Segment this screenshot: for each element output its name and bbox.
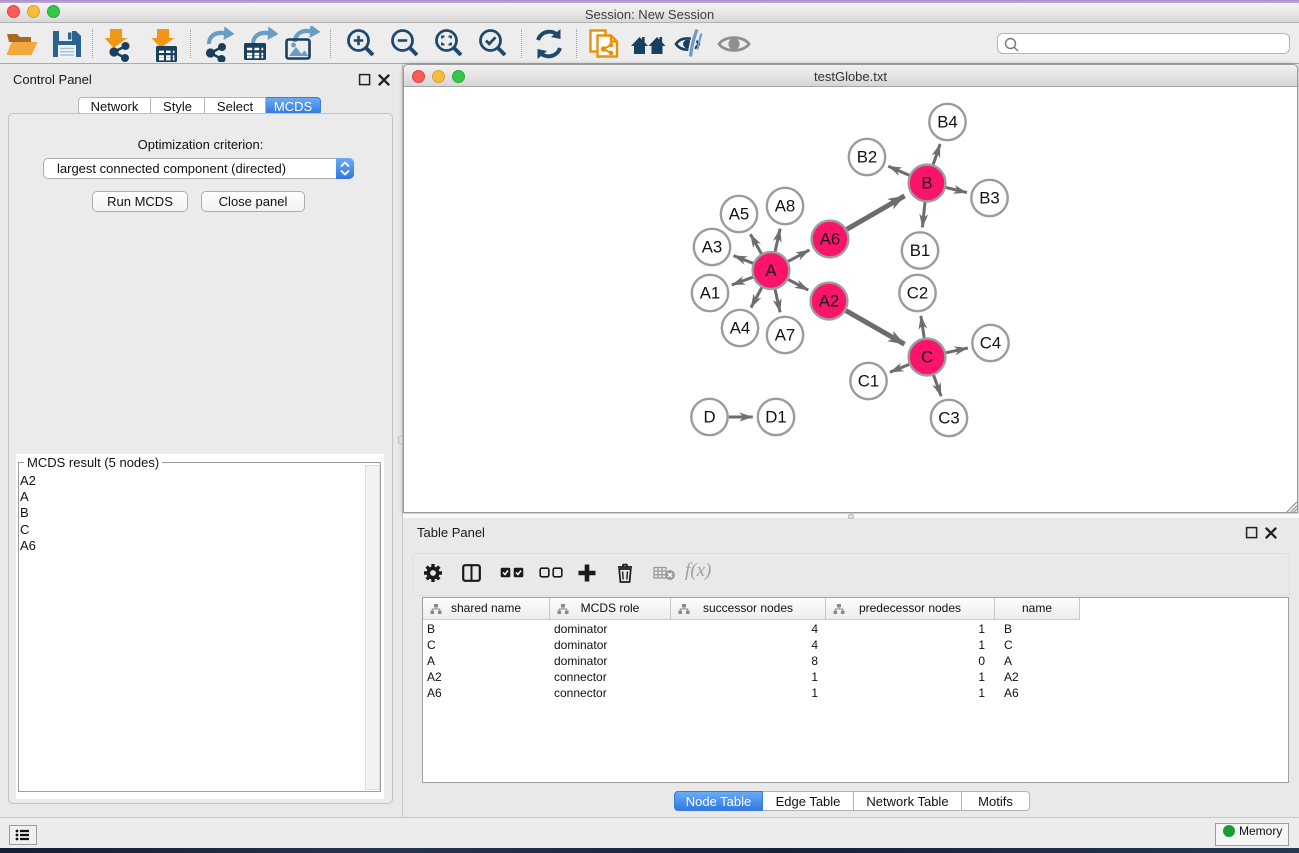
svg-text:A8: A8 bbox=[775, 197, 796, 216]
svg-text:C4: C4 bbox=[980, 334, 1001, 353]
svg-text:A1: A1 bbox=[700, 284, 721, 303]
svg-text:A7: A7 bbox=[775, 326, 796, 345]
svg-text:D: D bbox=[703, 408, 715, 427]
svg-text:A3: A3 bbox=[702, 238, 723, 257]
svg-text:B1: B1 bbox=[910, 241, 931, 260]
svg-text:C: C bbox=[921, 348, 933, 367]
svg-text:B: B bbox=[921, 174, 932, 193]
svg-text:C1: C1 bbox=[858, 372, 879, 391]
svg-text:B2: B2 bbox=[857, 148, 878, 167]
svg-text:A6: A6 bbox=[820, 230, 841, 249]
svg-text:A2: A2 bbox=[819, 292, 840, 311]
svg-text:A: A bbox=[765, 261, 777, 280]
svg-text:C3: C3 bbox=[938, 409, 959, 428]
svg-text:D1: D1 bbox=[765, 408, 786, 427]
svg-text:B3: B3 bbox=[979, 189, 1000, 208]
svg-text:A5: A5 bbox=[729, 205, 750, 224]
svg-text:A4: A4 bbox=[730, 319, 751, 338]
svg-text:B4: B4 bbox=[937, 113, 958, 132]
svg-text:C2: C2 bbox=[907, 284, 928, 303]
